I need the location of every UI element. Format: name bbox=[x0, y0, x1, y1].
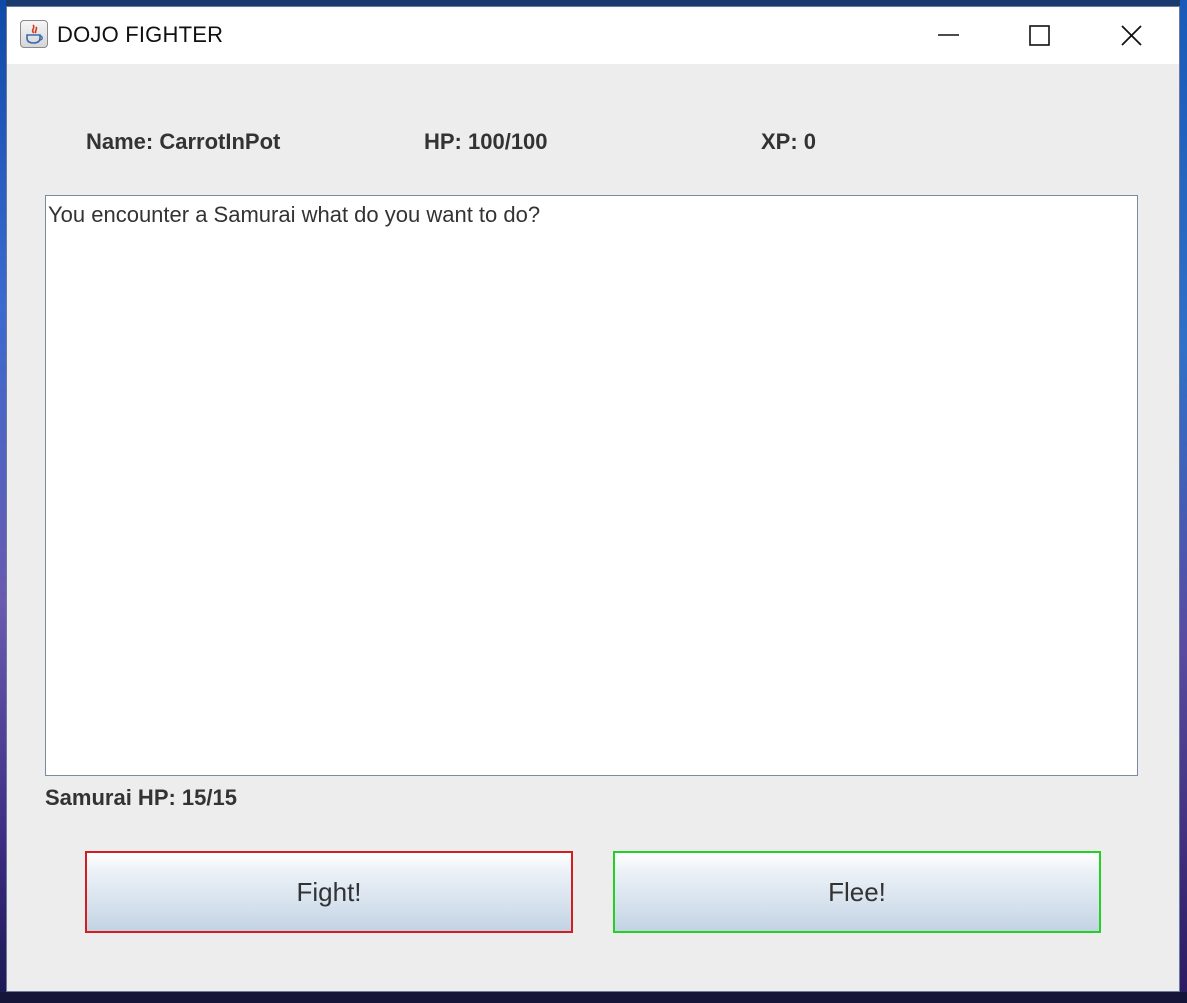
player-xp-label: XP: 0 bbox=[761, 129, 817, 154]
desktop-background-bottom bbox=[0, 992, 1187, 1003]
maximize-icon bbox=[1029, 25, 1050, 46]
fight-button[interactable]: Fight! bbox=[85, 851, 573, 933]
player-hp-label: HP: 100/100 bbox=[424, 129, 548, 154]
player-name-label: Name: CarrotInPot bbox=[86, 129, 281, 154]
close-icon bbox=[1121, 25, 1142, 46]
app-window: DOJO FIGHTER Name: CarrotInPot HP: 100/1… bbox=[6, 6, 1180, 992]
enemy-hp-label: Samurai HP: 15/15 bbox=[45, 785, 237, 810]
minimize-button[interactable] bbox=[904, 7, 994, 64]
close-button[interactable] bbox=[1087, 7, 1177, 64]
title-bar[interactable]: DOJO FIGHTER bbox=[7, 7, 1179, 64]
maximize-button[interactable] bbox=[995, 7, 1085, 64]
flee-button[interactable]: Flee! bbox=[613, 851, 1101, 933]
java-app-icon bbox=[20, 20, 48, 48]
desktop-background-right bbox=[1180, 0, 1187, 1003]
window-title: DOJO FIGHTER bbox=[57, 22, 224, 47]
game-log-textarea[interactable]: You encounter a Samurai what do you want… bbox=[45, 195, 1138, 776]
minimize-icon bbox=[938, 34, 959, 36]
